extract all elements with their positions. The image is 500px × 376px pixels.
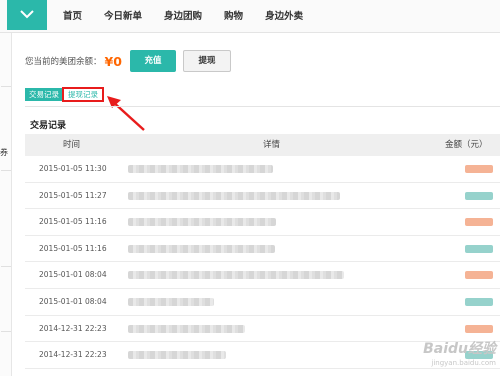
row-time: 2015-01-05 11:27 [39, 190, 107, 200]
sidebar-divider [1, 86, 11, 87]
transaction-table: 2015-01-05 11:30 2015-01-05 11:27 2015-0… [25, 156, 500, 369]
blurred-amount [465, 218, 493, 227]
balance-amount: ¥0 [104, 53, 122, 69]
blurred-amount [465, 165, 493, 173]
table-row: 2015-01-05 11:30 [25, 156, 500, 183]
blurred-detail [128, 191, 340, 200]
blurred-amount [465, 297, 493, 306]
baidu-watermark: Baidu经验 jingyan.baidu.com [418, 338, 496, 372]
table-row: 2015-01-05 11:27 [25, 183, 500, 210]
nav-today-new[interactable]: 今日新单 [93, 0, 153, 33]
table-row: 2015-01-05 11:16 [25, 209, 500, 236]
sidebar-item-coupon[interactable]: 券 [0, 147, 8, 158]
column-header-detail: 详情 [263, 140, 281, 150]
nav-nearby-groupbuy[interactable]: 身边团购 [153, 0, 213, 33]
blurred-detail [128, 297, 214, 306]
blurred-detail [128, 244, 275, 253]
blurred-amount [465, 191, 493, 200]
blurred-detail [128, 165, 273, 173]
table-row: 2015-01-01 08:04 [25, 289, 500, 316]
sidebar: 券 [0, 33, 12, 376]
row-time: 2015-01-01 08:04 [39, 296, 107, 306]
withdraw-button[interactable]: 提现 [183, 50, 231, 72]
column-header-amount: 金额（元） [445, 140, 488, 150]
row-time: 2015-01-05 11:16 [39, 217, 107, 227]
watermark-logo: Baidu经验 [423, 341, 496, 357]
row-time: 2015-01-05 11:16 [39, 243, 107, 253]
table-row: 2015-01-01 08:04 [25, 262, 500, 289]
category-dropdown[interactable] [7, 0, 47, 30]
row-time: 2015-01-01 08:04 [39, 270, 107, 280]
chevron-down-icon [20, 10, 34, 19]
watermark-url: jingyan.baidu.com [431, 359, 496, 367]
row-time: 2014-12-31 22:23 [39, 350, 107, 360]
tabs-divider [25, 106, 500, 107]
blurred-detail [128, 271, 344, 280]
sidebar-divider [1, 266, 11, 267]
sidebar-divider [1, 331, 11, 332]
blurred-detail [128, 324, 245, 333]
blurred-detail [128, 218, 276, 227]
row-time: 2015-01-05 11:30 [39, 164, 107, 173]
top-nav-bar: 首页 今日新单 身边团购 购物 身边外卖 [0, 0, 500, 33]
annotation-arrow-icon [107, 96, 145, 131]
table-header: 时间 详情 金额（元） [25, 134, 500, 156]
blurred-detail [128, 351, 226, 360]
nav-takeout[interactable]: 身边外卖 [254, 0, 314, 33]
table-row: 2015-01-05 11:16 [25, 236, 500, 263]
nav-home[interactable]: 首页 [52, 0, 93, 33]
row-time: 2014-12-31 22:23 [39, 323, 107, 333]
balance-label: 您当前的美团余额： [25, 57, 102, 67]
blurred-amount [465, 271, 493, 280]
balance-summary: 您当前的美团余额： ¥0 [25, 50, 122, 72]
tab-transactions[interactable]: 交易记录 [25, 88, 63, 101]
sidebar-divider [1, 170, 11, 171]
recharge-button[interactable]: 充值 [130, 50, 176, 72]
nav-shopping[interactable]: 购物 [213, 0, 254, 33]
main-nav: 首页 今日新单 身边团购 购物 身边外卖 [52, 0, 314, 33]
blurred-amount [465, 324, 493, 333]
tab-withdrawals[interactable]: 提现记录 [62, 87, 104, 102]
section-title: 交易记录 [30, 121, 67, 131]
blurred-amount [465, 244, 493, 253]
column-header-time: 时间 [63, 140, 81, 150]
